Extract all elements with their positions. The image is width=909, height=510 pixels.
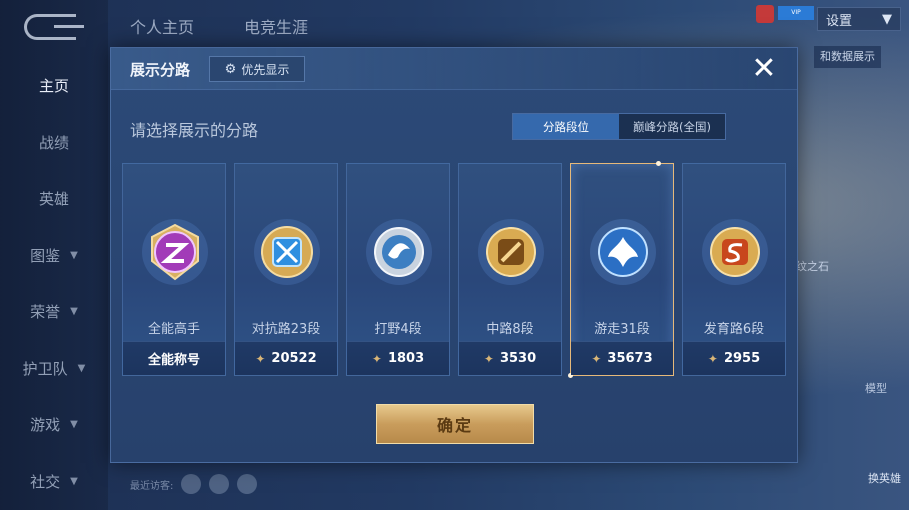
tab-profile[interactable]: 个人主页 (130, 14, 194, 38)
chevron-down-icon: ▼ (882, 11, 892, 27)
tab-esports[interactable]: 电竞生涯 (244, 14, 308, 38)
lane-title-text: 全能称号 (147, 353, 200, 368)
lane-score-value: 3530 (499, 351, 537, 366)
gem-icon: ✦ (371, 351, 382, 366)
change-hero-button[interactable]: 换英雄 (868, 470, 901, 486)
settings-dropdown[interactable]: 设置 ▼ (817, 7, 901, 31)
lane-name: 全能高手 (147, 322, 200, 337)
lane-card-list: 全能高手 全能称号 对抗路23段 ✦ 20522 打野4段 ✦ 1803 中路8… (122, 161, 788, 378)
lane-score: ✦ 2955 (683, 341, 785, 375)
gem-icon: ✦ (255, 351, 266, 366)
top-tabs: 个人主页 电竞生涯 (130, 14, 308, 38)
gem-icon: ✦ (483, 351, 494, 366)
lane-score-value: 35673 (607, 351, 653, 366)
lane-name: 对抗路23段 (251, 322, 321, 337)
lane-score: ✦ 20522 (235, 341, 337, 375)
lane-card-clash[interactable]: 对抗路23段 ✦ 20522 (234, 163, 338, 376)
mid-lane-badge-icon (476, 217, 546, 287)
lane-score-value: 20522 (271, 351, 317, 366)
dialog-subtitle: 请选择展示的分路 (130, 121, 259, 140)
chevron-down-icon: ▼ (70, 249, 78, 261)
gear-icon: ⚙ (224, 61, 237, 77)
lane-title: 全能称号 (123, 341, 225, 375)
segment-control: 分路段位 巅峰分路(全国) (512, 113, 726, 140)
tab-peak-lane[interactable]: 巅峰分路(全国) (619, 114, 725, 139)
lane-card-jungle[interactable]: 打野4段 ✦ 1803 (346, 163, 450, 376)
lane-score-value: 1803 (387, 351, 425, 366)
sidebar-item-game[interactable]: 游戏 ▼ (0, 409, 108, 439)
sidebar-item-label: 英雄 (38, 189, 69, 208)
lane-score: ✦ 35673 (571, 341, 673, 375)
recent-visitors: 最近访客: (130, 474, 258, 494)
visitor-avatar[interactable] (181, 474, 202, 494)
sidebar-item-label: 社交 (30, 472, 61, 491)
sidebar: 主页 战绩 英雄 图鉴 ▼ 荣誉 ▼ 护卫队 ▼ 游戏 ▼ 社交 ▼ (0, 0, 108, 510)
lane-name: 发育路6段 (703, 322, 765, 337)
lane-card-farm[interactable]: 发育路6段 ✦ 2955 (682, 163, 786, 376)
sidebar-item-label: 战绩 (38, 133, 69, 152)
lane-score: ✦ 1803 (347, 341, 449, 375)
lane-card-mid[interactable]: 中路8段 ✦ 3530 (458, 163, 562, 376)
chevron-down-icon: ▼ (70, 475, 78, 487)
dialog-title: 展示分路 (130, 61, 191, 79)
display-data-button[interactable]: 和数据展示 (814, 46, 881, 68)
farm-lane-badge-icon (700, 217, 770, 287)
sidebar-item-social[interactable]: 社交 ▼ (0, 466, 108, 496)
lane-display-dialog: 展示分路 ⚙ 优先显示 ✕ 请选择展示的分路 分路段位 巅峰分路(全国) 全能高… (110, 47, 798, 463)
sidebar-item-honor[interactable]: 荣誉 ▼ (0, 296, 108, 326)
priority-display-button[interactable]: ⚙ 优先显示 (209, 56, 305, 82)
confirm-button[interactable]: 确定 (376, 404, 534, 444)
chevron-down-icon: ▼ (70, 305, 78, 317)
visitor-avatar[interactable] (237, 474, 258, 494)
sidebar-item-label: 护卫队 (22, 359, 68, 378)
lane-name: 游走31段 (594, 322, 650, 337)
dialog-header: 展示分路 ⚙ 优先显示 ✕ (111, 48, 797, 90)
all-round-badge-icon (140, 217, 210, 287)
sidebar-item-record[interactable]: 战绩 (0, 127, 108, 157)
sidebar-item-label: 荣誉 (30, 302, 61, 321)
clash-lane-badge-icon (252, 217, 322, 287)
chevron-down-icon: ▼ (70, 418, 78, 430)
gem-icon: ✦ (707, 351, 718, 366)
chevron-down-icon: ▼ (77, 362, 86, 374)
settings-label: 设置 (826, 13, 853, 29)
visitors-label: 最近访客: (130, 480, 174, 492)
sidebar-item-label: 主页 (38, 76, 69, 95)
lane-score-value: 2955 (723, 351, 761, 366)
roam-badge-icon (588, 217, 658, 287)
model-label: 模型 (865, 382, 887, 395)
lane-card-roam[interactable]: 游走31段 ✦ 35673 (568, 161, 674, 378)
jungle-badge-icon (364, 217, 434, 287)
lane-name: 打野4段 (374, 322, 422, 337)
vip-icon (756, 5, 774, 23)
lane-card-all-round[interactable]: 全能高手 全能称号 (122, 163, 226, 376)
model-button[interactable]: 模型 (863, 380, 889, 420)
vip-badge: VIP (778, 6, 814, 20)
priority-label: 优先显示 (241, 62, 290, 77)
tab-lane-rank[interactable]: 分路段位 (513, 114, 619, 139)
close-button[interactable]: ✕ (747, 52, 781, 86)
gem-icon: ✦ (591, 351, 602, 366)
visitor-avatar[interactable] (209, 474, 230, 494)
sidebar-item-heroes[interactable]: 英雄 (0, 183, 108, 213)
lane-name: 中路8段 (486, 322, 534, 337)
sidebar-item-home[interactable]: 主页 (0, 70, 108, 100)
selection-corner-dot (656, 161, 661, 166)
lane-score: ✦ 3530 (459, 341, 561, 375)
sidebar-item-guard[interactable]: 护卫队 ▼ (0, 353, 108, 383)
sidebar-item-label: 图鉴 (30, 246, 61, 265)
back-button[interactable] (24, 14, 84, 40)
sidebar-item-codex[interactable]: 图鉴 ▼ (0, 240, 108, 270)
sidebar-item-label: 游戏 (30, 415, 61, 434)
